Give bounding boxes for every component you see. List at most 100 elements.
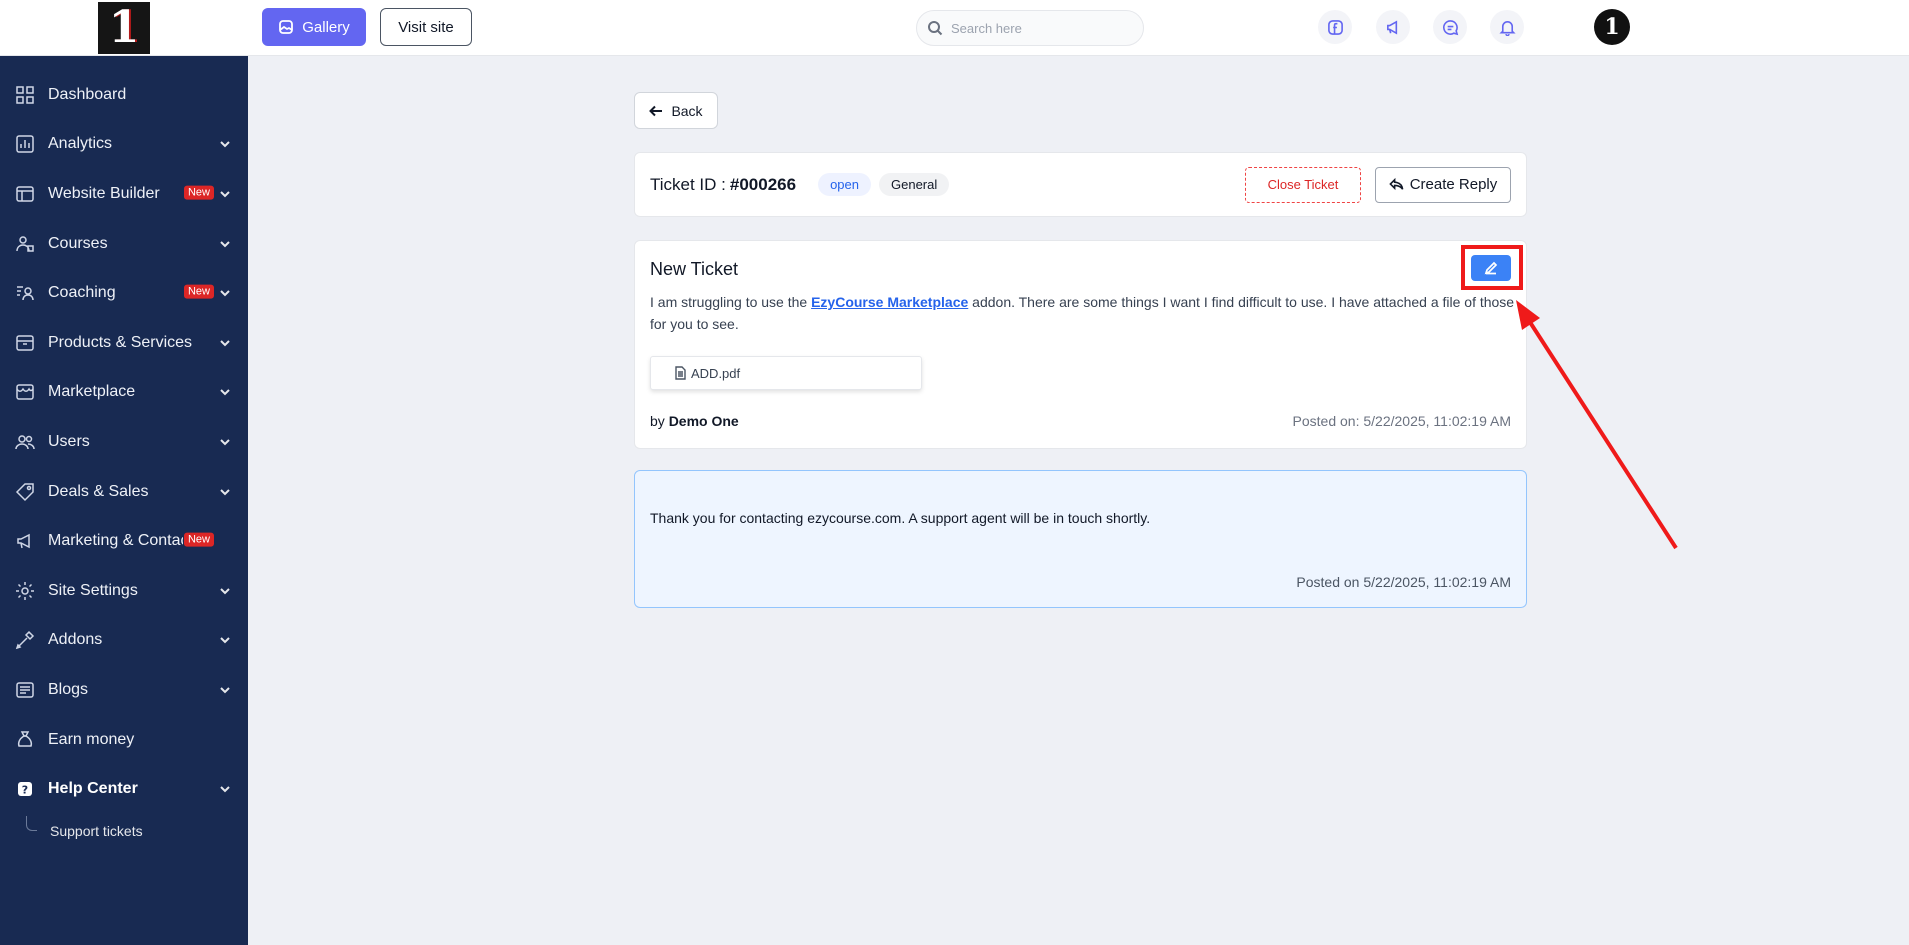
edit-message-button[interactable] [1471, 255, 1511, 281]
sidebar-item-label: Marketplace [48, 383, 136, 401]
create-reply-label: Create Reply [1409, 176, 1498, 193]
sidebar-item-analytics[interactable]: Analytics [0, 120, 248, 170]
visit-site-button[interactable]: Visit site [380, 8, 472, 46]
marketplace-icon [14, 381, 36, 403]
close-ticket-button[interactable]: Close Ticket [1245, 166, 1361, 203]
reply-icon [1388, 177, 1404, 191]
sidebar-item-earn-money[interactable]: Earn money [0, 715, 248, 765]
blogs-icon [14, 679, 36, 701]
gallery-icon [279, 20, 294, 34]
gallery-button[interactable]: Gallery [262, 8, 366, 46]
search-input[interactable] [951, 20, 1131, 36]
pencil-icon [1484, 261, 1498, 275]
chevron-down-icon [218, 683, 232, 697]
category-badge: General [879, 173, 950, 196]
auto-reply-timestamp: Posted on 5/22/2025, 11:02:19 AM [1296, 574, 1511, 590]
message-text-part: I am struggling to use the [650, 294, 812, 310]
sidebar-item-website-builder[interactable]: Website Builder New [0, 169, 248, 219]
new-badge: New [183, 532, 214, 547]
back-button[interactable]: Back [634, 92, 718, 129]
chevron-down-icon [218, 286, 232, 300]
status-badge: open [818, 173, 871, 196]
search-box [916, 10, 1144, 46]
file-icon [675, 366, 686, 380]
sidebar-item-label: Products & Services [48, 333, 193, 351]
sidebar-item-label: Marketing & Contacts [48, 532, 183, 550]
chat-icon[interactable] [1433, 10, 1467, 44]
ticket-id-label: Ticket ID : [650, 174, 726, 194]
sidebar-item-help-center[interactable]: ? Help Center [0, 764, 248, 814]
sidebar-item-label: Addons [48, 631, 103, 649]
chevron-down-icon [218, 633, 232, 647]
sidebar-item-label: Dashboard [48, 85, 127, 103]
logo[interactable]: 1 [98, 1, 150, 54]
sidebar-item-label: Users [48, 432, 90, 450]
message-title: New Ticket [650, 259, 739, 279]
sidebar-item-deals-sales[interactable]: Deals & Sales [0, 467, 248, 517]
chevron-down-icon [218, 336, 232, 350]
ticket-id-value: #000266 [729, 174, 797, 194]
logo-area: 1 [0, 0, 248, 56]
marketplace-link[interactable]: EzyCourse Marketplace [811, 294, 968, 310]
topbar: Gallery Visit site 1 [248, 0, 1909, 56]
message-text: I am struggling to use the EzyCourse Mar… [650, 291, 1518, 335]
chevron-down-icon [218, 584, 232, 598]
website-builder-icon [14, 183, 36, 205]
chevron-down-icon [218, 187, 232, 201]
sidebar-item-label: Blogs [48, 680, 89, 698]
sidebar-item-label: Deals & Sales [48, 482, 149, 500]
chevron-down-icon [218, 435, 232, 449]
sidebar-item-courses[interactable]: Courses [0, 219, 248, 269]
create-reply-button[interactable]: Create Reply [1375, 166, 1511, 203]
sidebar-subitem-label: Support tickets [50, 822, 143, 839]
ticket-header: Ticket ID : #000266 open General Close T… [634, 152, 1527, 217]
sidebar-item-blogs[interactable]: Blogs [0, 665, 248, 715]
attachment-file[interactable]: ADD.pdf [650, 356, 922, 390]
auto-reply-message: Thank you for contacting ezycourse.com. … [634, 470, 1527, 608]
users-icon [14, 431, 36, 453]
avatar[interactable]: 1 [1594, 9, 1630, 45]
tag-icon [14, 481, 36, 503]
sidebar-item-marketplace[interactable]: Marketplace [0, 368, 248, 418]
new-badge: New [183, 284, 214, 299]
auto-reply-text: Thank you for contacting ezycourse.com. … [650, 510, 1151, 526]
author-prefix: by [650, 413, 665, 429]
coaching-icon [14, 282, 36, 304]
arrow-left-icon [649, 105, 663, 116]
sidebar-item-marketing-contacts[interactable]: Marketing & Contacts New [0, 516, 248, 566]
chevron-down-icon [218, 485, 232, 499]
megaphone-icon[interactable] [1376, 10, 1410, 44]
sidebar-item-label: Site Settings [48, 581, 138, 599]
products-icon [14, 332, 36, 354]
addons-icon [14, 629, 36, 651]
help-icon: ? [14, 778, 36, 800]
sidebar-item-users[interactable]: Users [0, 417, 248, 467]
facebook-icon[interactable] [1318, 10, 1352, 44]
chevron-down-icon [218, 237, 232, 251]
back-button-label: Back [671, 102, 703, 119]
dashboard-icon [14, 84, 36, 106]
sidebar-subitem-support-tickets[interactable]: Support tickets [0, 814, 248, 848]
sidebar-item-coaching[interactable]: Coaching New [0, 268, 248, 318]
gear-icon [14, 580, 36, 602]
attachment-name: ADD.pdf [691, 365, 741, 381]
chevron-down-icon [218, 137, 232, 151]
message-timestamp: Posted on: 5/22/2025, 11:02:19 AM [1292, 413, 1511, 429]
sidebar-nav: Dashboard Analytics Website Builder New … [0, 56, 248, 848]
sidebar: 1 Dashboard Analytics Website Builder Ne… [0, 0, 248, 945]
sidebar-item-site-settings[interactable]: Site Settings [0, 566, 248, 616]
sidebar-item-dashboard[interactable]: Dashboard [0, 70, 248, 120]
analytics-icon [14, 133, 36, 155]
sidebar-item-addons[interactable]: Addons [0, 616, 248, 666]
megaphone-icon [14, 530, 36, 552]
sidebar-item-label: Courses [48, 234, 108, 252]
ticket-message: New Ticket I am struggling to use the Ez… [634, 240, 1527, 449]
message-author: by Demo One [650, 413, 739, 429]
courses-icon [14, 233, 36, 255]
author-name: Demo One [668, 413, 739, 429]
bell-icon[interactable] [1490, 10, 1524, 44]
new-badge: New [183, 185, 214, 200]
chevron-down-icon [218, 385, 232, 399]
sidebar-item-products-services[interactable]: Products & Services [0, 318, 248, 368]
search-icon [928, 21, 943, 36]
